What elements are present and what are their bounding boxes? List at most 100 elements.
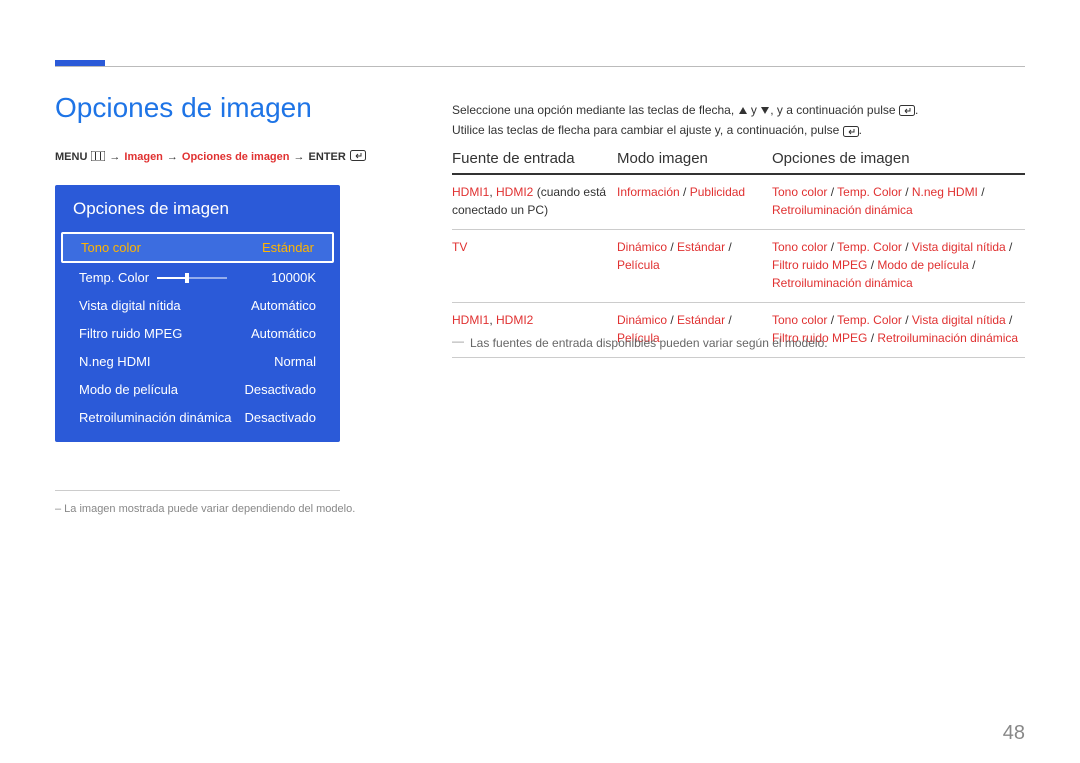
arrow-icon: → <box>109 151 120 163</box>
menu-item-label: Filtro ruido MPEG <box>79 326 182 341</box>
table-token: HDMI2 <box>496 185 533 199</box>
table-token: / <box>667 313 677 327</box>
table-cell: Tono color / Temp. Color / Vista digital… <box>772 238 1025 292</box>
table-token: Estándar <box>677 313 725 327</box>
table-token: TV <box>452 240 467 254</box>
table-token: / <box>902 185 912 199</box>
th-fuente: Fuente de entrada <box>452 150 617 167</box>
menu-item-label: Modo de película <box>79 382 178 397</box>
table-token: , <box>489 313 496 327</box>
table-token: N.neg HDMI <box>912 185 978 199</box>
page-number: 48 <box>1003 722 1025 745</box>
table-token: Vista digital nítida <box>912 240 1006 254</box>
table-row: HDMI1, HDMI2 (cuando está conectado un P… <box>452 175 1025 230</box>
menu-item[interactable]: Filtro ruido MPEG Automático <box>61 320 334 347</box>
table-token: Vista digital nítida <box>912 313 1006 327</box>
table-cell: Tono color / Temp. Color / N.neg HDMI / … <box>772 183 1025 219</box>
table-token: / <box>725 313 732 327</box>
table-token: Temp. Color <box>837 185 902 199</box>
enter-icon <box>843 126 859 137</box>
table-token: / <box>867 258 877 272</box>
table-token: Retroiluminación dinámica <box>877 331 1018 345</box>
table-token: Temp. Color <box>837 240 902 254</box>
table-token: / <box>667 240 677 254</box>
table-token: Información <box>617 185 680 199</box>
table-token: / <box>827 185 837 199</box>
table-token: Película <box>617 258 660 272</box>
menu-item[interactable]: Modo de película Desactivado <box>61 376 334 403</box>
menu-item-value: Desactivado <box>244 410 316 425</box>
options-table: Fuente de entrada Modo imagen Opciones d… <box>452 150 1025 358</box>
table-token: Filtro ruido MPEG <box>772 258 867 272</box>
table-token: Tono color <box>772 313 827 327</box>
arrow-icon: → <box>167 151 178 163</box>
menu-item-label: Vista digital nítida <box>79 298 181 313</box>
breadcrumb-prefix: MENU <box>55 151 87 163</box>
table-token: / <box>867 331 877 345</box>
intro-segment: Seleccione una opción mediante las tecla… <box>452 103 738 117</box>
menu-item[interactable]: Tono color Estándar <box>61 232 334 263</box>
table-footnote: Las fuentes de entrada disponibles puede… <box>470 336 828 350</box>
intro-text: Seleccione una opción mediante las tecla… <box>452 100 1025 141</box>
menu-item-value: Automático <box>251 326 316 341</box>
table-cell: Dinámico / Estándar / Película <box>617 238 772 292</box>
table-token: Retroiluminación dinámica <box>772 203 913 217</box>
table-token: Tono color <box>772 185 827 199</box>
menu-item[interactable]: Temp. Color10000K <box>61 264 334 291</box>
menu-item[interactable]: N.neg HDMI Normal <box>61 348 334 375</box>
panel-caption: – La imagen mostrada puede variar depend… <box>55 503 355 515</box>
table-cell: HDMI1, HDMI2 (cuando está conectado un P… <box>452 183 617 219</box>
menu-item-value: Automático <box>251 298 316 313</box>
th-opciones: Opciones de imagen <box>772 150 1025 167</box>
breadcrumb-item-opciones: Opciones de imagen <box>182 151 290 163</box>
menu-item-label: Tono color <box>81 240 141 255</box>
intro-segment: y <box>748 103 761 117</box>
menu-panel: Opciones de imagen Tono colorEstándarTem… <box>55 185 340 442</box>
table-token: / <box>725 240 732 254</box>
table-token: Tono color <box>772 240 827 254</box>
enter-icon <box>899 105 915 116</box>
breadcrumb: MENU → Imagen → Opciones de imagen → ENT… <box>55 150 366 164</box>
menu-item-label: Temp. Color <box>79 270 227 285</box>
table-token: , <box>489 185 496 199</box>
table-token: HDMI1 <box>452 185 489 199</box>
menu-item-value: Estándar <box>262 240 314 255</box>
breadcrumb-suffix: ENTER <box>309 151 346 163</box>
table-row: TV Dinámico / Estándar / PelículaTono col… <box>452 230 1025 303</box>
enter-icon <box>350 150 366 164</box>
menu-item-value: Desactivado <box>244 382 316 397</box>
menu-item-label: Retroiluminación dinámica <box>79 410 231 425</box>
intro-segment: . <box>915 103 918 117</box>
arrow-up-icon <box>738 106 748 115</box>
slider-icon <box>157 277 227 279</box>
breadcrumb-item-imagen: Imagen <box>124 151 163 163</box>
table-token: HDMI1 <box>452 313 489 327</box>
header-rule <box>55 66 1025 67</box>
table-token: / <box>827 313 837 327</box>
menu-item[interactable]: Retroiluminación dinámica Desactivado <box>61 404 334 431</box>
table-token: Publicidad <box>690 185 745 199</box>
table-token: / <box>1006 313 1013 327</box>
arrow-icon: → <box>294 151 305 163</box>
table-token: / <box>902 240 912 254</box>
arrow-down-icon <box>760 106 770 115</box>
intro-segment: Utilice las teclas de flecha para cambia… <box>452 123 843 137</box>
table-header: Fuente de entrada Modo imagen Opciones d… <box>452 150 1025 175</box>
table-token: / <box>1006 240 1013 254</box>
caption-rule <box>55 490 340 491</box>
table-token: Dinámico <box>617 313 667 327</box>
table-token: / <box>680 185 690 199</box>
table-token: HDMI2 <box>496 313 533 327</box>
table-token: Modo de película <box>877 258 968 272</box>
table-token: Temp. Color <box>837 313 902 327</box>
th-modo: Modo imagen <box>617 150 772 167</box>
table-token: / <box>969 258 976 272</box>
menu-item-value: Normal <box>274 354 316 369</box>
table-token: / <box>827 240 837 254</box>
menu-item-label: N.neg HDMI <box>79 354 151 369</box>
intro-segment: . <box>859 123 862 137</box>
table-token: Dinámico <box>617 240 667 254</box>
menu-item[interactable]: Vista digital nítida Automático <box>61 292 334 319</box>
intro-segment: , y a continuación pulse <box>770 103 899 117</box>
table-cell: TV <box>452 238 617 292</box>
